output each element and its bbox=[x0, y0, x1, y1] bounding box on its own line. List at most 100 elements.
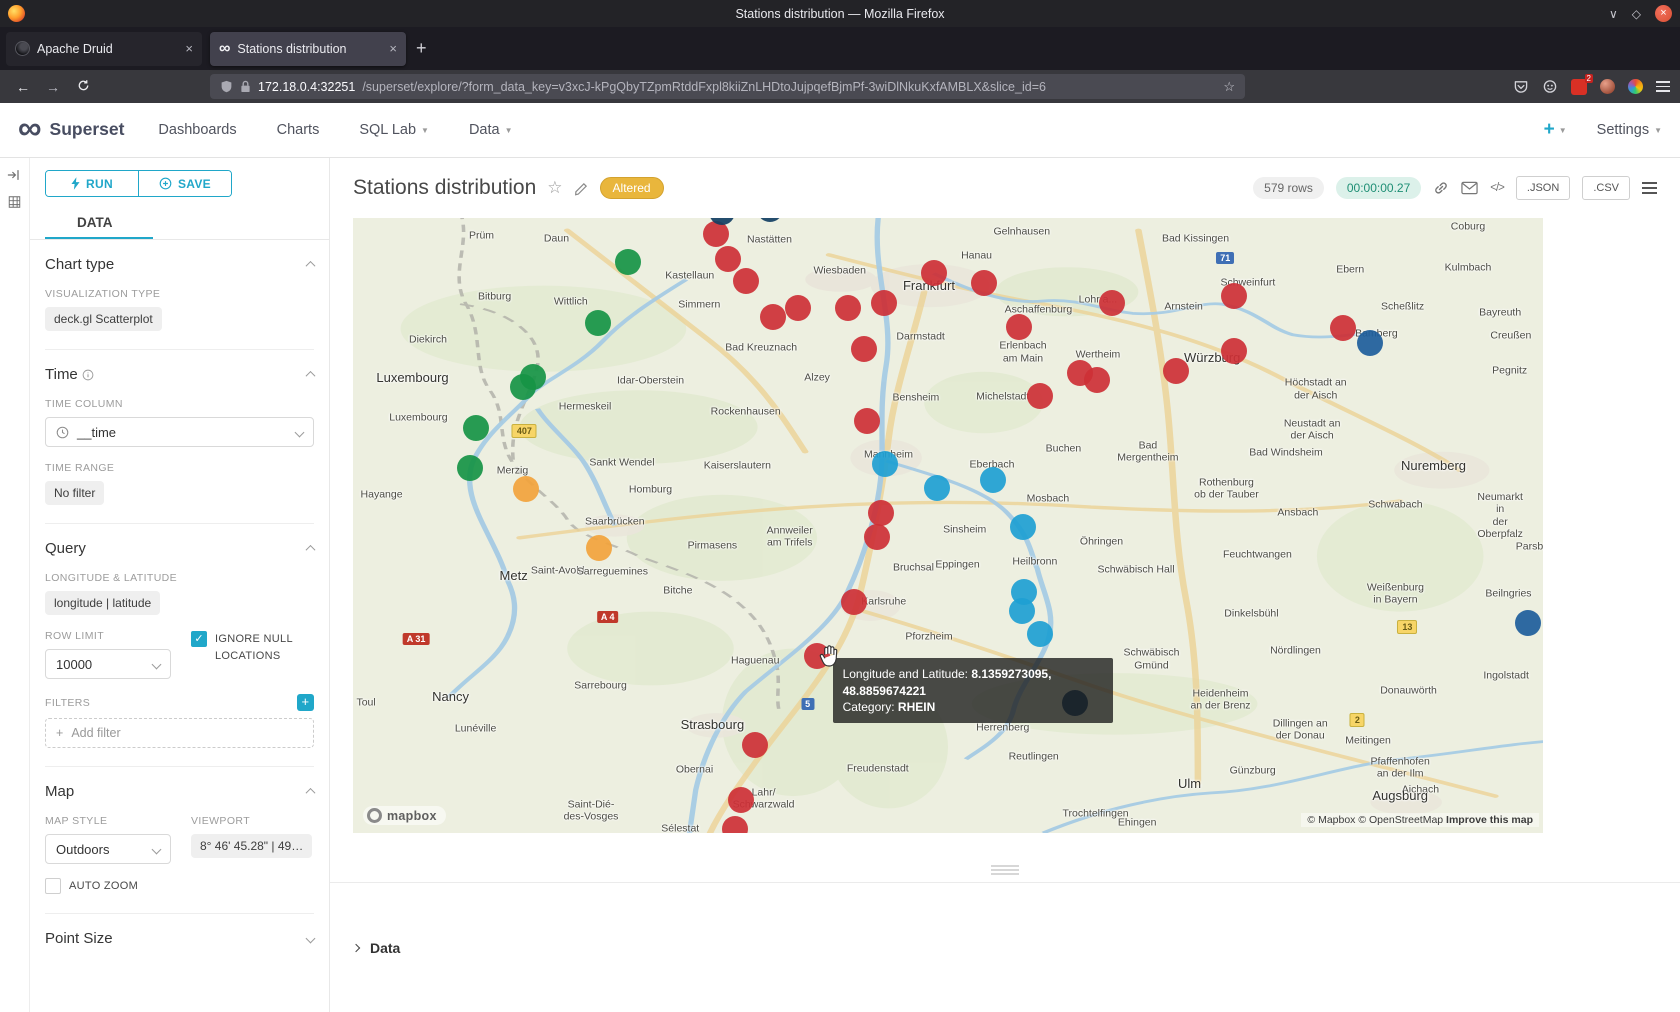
map-point-red[interactable] bbox=[921, 260, 947, 286]
viewport-pill[interactable]: 8° 46' 45.28" | 49… bbox=[191, 834, 312, 858]
map-point-teal[interactable] bbox=[980, 467, 1006, 493]
map-point-red[interactable] bbox=[1099, 290, 1125, 316]
map-canvas[interactable]: mapbox © Mapbox © OpenStreetMap Improve … bbox=[353, 218, 1543, 833]
map-point-red[interactable] bbox=[742, 732, 768, 758]
data-results-panel[interactable]: Data bbox=[330, 882, 1680, 1012]
extension-pinwheel-icon[interactable] bbox=[1628, 79, 1643, 94]
new-item-button[interactable]: +▼ bbox=[1544, 119, 1567, 141]
map-point-teal[interactable] bbox=[924, 475, 950, 501]
run-button[interactable]: RUN bbox=[46, 171, 139, 196]
map-point-red[interactable] bbox=[785, 295, 811, 321]
browser-menu-icon[interactable] bbox=[1656, 81, 1670, 92]
mapbox-logo[interactable]: mapbox bbox=[363, 806, 446, 825]
edit-pencil-icon[interactable] bbox=[574, 181, 589, 196]
map-point-orange[interactable] bbox=[513, 476, 539, 502]
pocket-icon[interactable] bbox=[1513, 79, 1529, 94]
map-point-red[interactable] bbox=[871, 290, 897, 316]
time-column-select[interactable]: __time bbox=[45, 417, 314, 447]
viz-type-pill[interactable]: deck.gl Scatterplot bbox=[45, 307, 162, 331]
time-range-pill[interactable]: No filter bbox=[45, 481, 104, 505]
map-point-green[interactable] bbox=[615, 249, 641, 275]
window-close-button[interactable]: × bbox=[1655, 5, 1672, 22]
map-point-red[interactable] bbox=[715, 246, 741, 272]
profile-avatar-icon[interactable] bbox=[1600, 79, 1615, 94]
tab-close-icon[interactable]: × bbox=[389, 41, 397, 56]
nav-item-dashboards[interactable]: Dashboards bbox=[158, 122, 236, 138]
map-point-red[interactable] bbox=[868, 500, 894, 526]
url-bar[interactable]: 172.18.0.4:32251/superset/explore/?form_… bbox=[210, 74, 1245, 99]
ublock-shield-icon[interactable]: 2 bbox=[1571, 79, 1587, 95]
map-point-red[interactable] bbox=[733, 268, 759, 294]
nav-item-charts[interactable]: Charts bbox=[277, 122, 320, 138]
settings-menu[interactable]: Settings▼ bbox=[1597, 122, 1662, 138]
add-filter-input[interactable]: + Add filter bbox=[45, 718, 314, 748]
superset-brand[interactable]: ∞ Superset bbox=[18, 119, 124, 141]
map-point-red[interactable] bbox=[1221, 283, 1247, 309]
tab-apache-druid[interactable]: Apache Druid × bbox=[6, 32, 202, 66]
map-point-green[interactable] bbox=[463, 415, 489, 441]
map-point-teal[interactable] bbox=[1009, 598, 1035, 624]
tab-data[interactable]: DATA bbox=[45, 206, 153, 239]
nav-item-sql-lab[interactable]: SQL Lab▼ bbox=[359, 122, 429, 138]
map-point-green[interactable] bbox=[510, 374, 536, 400]
chart-menu-icon[interactable] bbox=[1642, 182, 1657, 194]
map-point-teal[interactable] bbox=[1010, 514, 1036, 540]
section-header[interactable]: Query bbox=[45, 540, 314, 557]
map-point-orange[interactable] bbox=[586, 535, 612, 561]
window-minimize-button[interactable]: ∨ bbox=[1609, 7, 1618, 21]
add-filter-plus-button[interactable]: + bbox=[297, 694, 314, 711]
map-point-red[interactable] bbox=[835, 295, 861, 321]
tab-close-icon[interactable]: × bbox=[185, 41, 193, 56]
new-tab-button[interactable]: + bbox=[416, 38, 427, 59]
map-style-select[interactable]: Outdoors bbox=[45, 834, 171, 864]
save-button[interactable]: SAVE bbox=[139, 171, 231, 196]
bookmark-star-icon[interactable]: ☆ bbox=[1223, 79, 1235, 95]
back-button[interactable]: ← bbox=[10, 79, 36, 95]
map-point-teal[interactable] bbox=[872, 451, 898, 477]
map-point-red[interactable] bbox=[841, 589, 867, 615]
export-csv-button[interactable]: .CSV bbox=[1582, 176, 1630, 200]
map-point-red[interactable] bbox=[971, 270, 997, 296]
ignore-null-checkbox[interactable] bbox=[191, 631, 207, 647]
map-point-blue[interactable] bbox=[1515, 610, 1541, 636]
map-point-red[interactable] bbox=[851, 336, 877, 362]
lock-icon[interactable] bbox=[240, 80, 251, 93]
datasource-grid-icon[interactable] bbox=[7, 195, 22, 209]
map-point-green[interactable] bbox=[457, 455, 483, 481]
favorite-star-icon[interactable]: ☆ bbox=[547, 178, 562, 198]
improve-map-link[interactable]: Improve this map bbox=[1446, 814, 1533, 826]
map-point-teal[interactable] bbox=[1027, 621, 1053, 647]
section-header[interactable]: Time bbox=[45, 366, 314, 383]
section-header[interactable]: Point Size bbox=[45, 930, 314, 947]
forward-button[interactable]: → bbox=[40, 79, 66, 95]
section-header[interactable]: Map bbox=[45, 783, 314, 800]
collapse-panel-icon[interactable] bbox=[7, 168, 22, 182]
lonlat-pill[interactable]: longitude | latitude bbox=[45, 591, 160, 615]
map-point-red[interactable] bbox=[1084, 367, 1110, 393]
export-json-button[interactable]: .JSON bbox=[1516, 176, 1570, 200]
map-point-red[interactable] bbox=[1163, 358, 1189, 384]
auto-zoom-checkbox[interactable] bbox=[45, 878, 61, 894]
container-mask-icon[interactable] bbox=[1542, 79, 1558, 94]
map-point-red[interactable] bbox=[1330, 315, 1356, 341]
map-point-green[interactable] bbox=[585, 310, 611, 336]
email-icon[interactable] bbox=[1461, 181, 1478, 195]
tracking-shield-icon[interactable] bbox=[220, 80, 233, 93]
map-point-red[interactable] bbox=[760, 304, 786, 330]
section-header[interactable]: Chart type bbox=[45, 256, 314, 273]
map-point-red[interactable] bbox=[1027, 383, 1053, 409]
map-point-red[interactable] bbox=[1221, 338, 1247, 364]
reload-button[interactable] bbox=[70, 79, 96, 95]
map-point-blue[interactable] bbox=[1357, 330, 1383, 356]
panel-drag-handle[interactable] bbox=[991, 865, 1019, 875]
share-link-icon[interactable] bbox=[1433, 180, 1449, 196]
embed-code-icon[interactable]: </> bbox=[1490, 182, 1504, 194]
window-maximize-button[interactable]: ◇ bbox=[1632, 7, 1641, 21]
map-point-red[interactable] bbox=[1006, 314, 1032, 340]
map-attribution[interactable]: © Mapbox © OpenStreetMap Improve this ma… bbox=[1301, 813, 1539, 827]
map-point-red[interactable] bbox=[728, 787, 754, 813]
tab-stations-distribution[interactable]: ∞ Stations distribution × bbox=[210, 32, 406, 66]
map-point-red[interactable] bbox=[854, 408, 880, 434]
nav-item-data[interactable]: Data▼ bbox=[469, 122, 513, 138]
map-point-red[interactable] bbox=[864, 524, 890, 550]
